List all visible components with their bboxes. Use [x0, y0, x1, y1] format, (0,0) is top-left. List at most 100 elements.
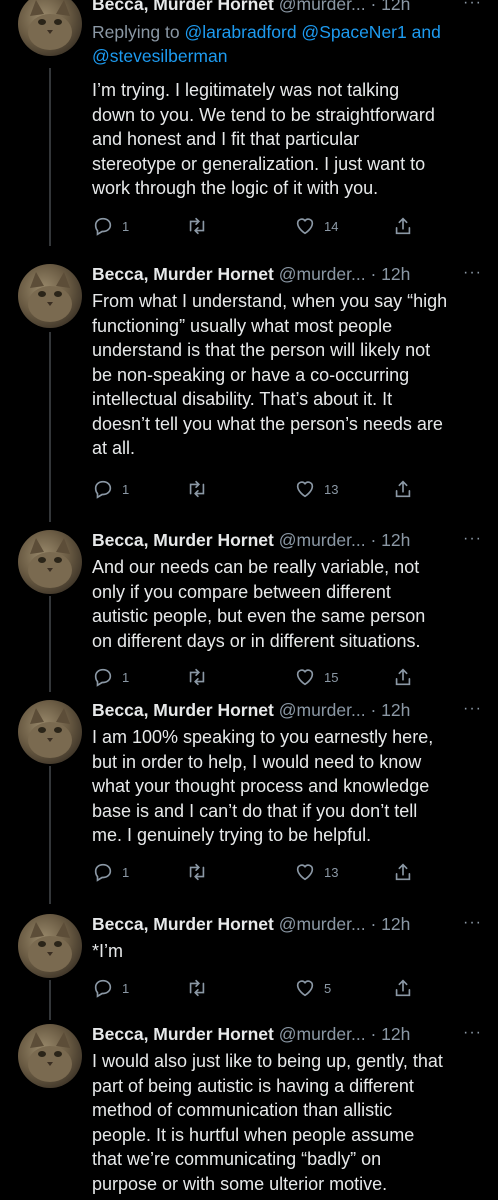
author-name[interactable]: Becca, Murder Hornet	[92, 914, 274, 934]
share-icon	[395, 979, 411, 997]
reply-button[interactable]: 1	[92, 214, 129, 238]
author-handle[interactable]: @murder...	[279, 914, 366, 934]
like-icon	[296, 218, 314, 235]
tweet-time[interactable]: · 12h	[370, 1024, 410, 1044]
tweet-header: Becca, Murder Hornet @murder... · 12h	[92, 264, 484, 288]
cat-avatar[interactable]	[18, 1024, 82, 1088]
tweet-time[interactable]: · 12h	[370, 0, 410, 14]
reply-button[interactable]: 1	[92, 665, 129, 689]
tweet-line: people. It is hurtful when people assume	[92, 1124, 415, 1145]
tweet-line: but in order to help, I would need to kn…	[92, 751, 422, 772]
replying-to-link[interactable]: @larabradford @SpaceNer1 and	[184, 22, 440, 42]
tweet-line: I’m trying. I legitimately was not talki…	[92, 80, 400, 100]
action-bar: 1 15	[92, 665, 422, 689]
share-button[interactable]	[392, 214, 414, 238]
tweet-line: what your thought process and knowledge	[92, 776, 430, 796]
retweet-button[interactable]	[186, 214, 208, 238]
more-options-icon[interactable]: ···	[463, 0, 482, 12]
tweet-time[interactable]: · 12h	[370, 700, 410, 720]
author-handle[interactable]: @murder...	[279, 700, 366, 720]
retweet-icon	[189, 668, 205, 686]
like-count: 15	[324, 669, 339, 685]
tweet[interactable]: Becca, Murder Hornet @murder... · 12h ··…	[0, 906, 498, 1014]
tweet-line: I am 100% speaking to you earnestly here…	[92, 727, 434, 747]
tweet-line: method of communication than allistic	[92, 1100, 393, 1120]
author-handle[interactable]: @murder...	[279, 1024, 366, 1044]
like-button[interactable]: 13	[294, 860, 338, 884]
author-name[interactable]: Becca, Murder Hornet	[92, 530, 274, 550]
cat-avatar[interactable]	[18, 530, 82, 594]
cat-avatar[interactable]	[18, 700, 82, 764]
cat-avatar[interactable]	[18, 0, 82, 56]
author-name[interactable]: Becca, Murder Hornet	[92, 0, 274, 14]
like-button[interactable]: 13	[294, 477, 338, 501]
retweet-icon	[189, 217, 205, 235]
tweet[interactable]: Becca, Murder Hornet @murder... · 12h ··…	[0, 692, 498, 902]
like-icon	[296, 481, 314, 498]
retweet-button[interactable]	[186, 665, 208, 689]
reply-button[interactable]: 1	[92, 477, 129, 501]
retweet-icon	[189, 480, 205, 498]
more-options-icon[interactable]: ···	[463, 700, 482, 718]
share-button[interactable]	[392, 976, 414, 1000]
tweet-line: and honest and I fit that particular	[92, 129, 360, 149]
author-handle[interactable]: @murder...	[279, 0, 366, 14]
replying-to-link[interactable]: @stevesilberman	[92, 44, 487, 68]
retweet-icon	[189, 979, 205, 997]
tweet-time[interactable]: · 12h	[370, 914, 410, 934]
tweet-line: base is and I can’t do that if you don’t…	[92, 800, 418, 821]
reply-icon	[94, 480, 112, 499]
more-options-icon[interactable]: ···	[463, 914, 482, 932]
action-bar: 1 13	[92, 860, 422, 884]
more-options-icon[interactable]: ···	[463, 530, 482, 548]
reply-icon	[94, 979, 112, 998]
tweet[interactable]: Becca, Murder Hornet @murder... · 12h ··…	[0, 1018, 498, 1200]
like-button[interactable]: 14	[294, 214, 338, 238]
replying-prefix: Replying to	[92, 22, 180, 42]
author-handle[interactable]: @murder...	[279, 264, 366, 284]
retweet-button[interactable]	[186, 477, 208, 501]
retweet-button[interactable]	[186, 860, 208, 884]
tweet-text: I’m trying. I legitimately was not talki…	[92, 78, 487, 201]
action-bar: 1 5	[92, 976, 422, 1000]
author-handle[interactable]: @murder...	[279, 530, 366, 550]
reply-button[interactable]: 1	[92, 860, 129, 884]
reply-count: 1	[122, 218, 130, 234]
share-icon	[395, 863, 411, 881]
like-count: 13	[324, 481, 339, 497]
tweet-text: I am 100% speaking to you earnestly here…	[92, 725, 487, 848]
tweet-line: part of being autistic is having a diffe…	[92, 1075, 414, 1096]
share-button[interactable]	[392, 477, 414, 501]
tweet[interactable]: Becca, Murder Hornet @murder... · 12h ··…	[0, 522, 498, 694]
action-bar: 1 14	[92, 214, 422, 238]
cat-avatar[interactable]	[18, 264, 82, 328]
author-name[interactable]: Becca, Murder Hornet	[92, 700, 274, 720]
tweet-line: stereotype or generalization. I just wan…	[92, 153, 426, 174]
reply-count: 1	[122, 980, 130, 996]
tweet-line: And our needs can be really variable, no…	[92, 557, 420, 577]
cat-avatar[interactable]	[18, 914, 82, 978]
tweet-line: *I’m	[92, 941, 123, 961]
share-button[interactable]	[392, 665, 414, 689]
tweet-line: that we’re communicating “badly” on	[92, 1149, 382, 1169]
author-name[interactable]: Becca, Murder Hornet	[92, 264, 274, 284]
tweet-time[interactable]: · 12h	[370, 264, 410, 284]
reply-button[interactable]: 1	[92, 976, 129, 1000]
more-options-icon[interactable]: ···	[463, 264, 482, 282]
like-button[interactable]: 15	[294, 665, 338, 689]
like-button[interactable]: 5	[294, 976, 331, 1000]
tweet[interactable]: Becca, Murder Hornet @murder... · 12h ··…	[0, 256, 498, 520]
author-name[interactable]: Becca, Murder Hornet	[92, 1024, 274, 1044]
reply-count: 1	[122, 864, 130, 880]
more-options-icon[interactable]: ···	[463, 1024, 482, 1042]
tweet-text: *I’m	[92, 939, 487, 964]
reply-count: 1	[122, 669, 130, 685]
retweet-button[interactable]	[186, 976, 208, 1000]
tweet-line: functioning” usually what most people	[92, 315, 393, 336]
tweet[interactable]: Becca, Murder Hornet @murder... · 12h ··…	[0, 0, 498, 252]
tweet-time[interactable]: · 12h	[370, 530, 410, 550]
share-button[interactable]	[392, 860, 414, 884]
reply-icon	[94, 217, 112, 236]
tweet-line: on different days or in different situat…	[92, 630, 421, 651]
share-icon	[395, 480, 411, 498]
